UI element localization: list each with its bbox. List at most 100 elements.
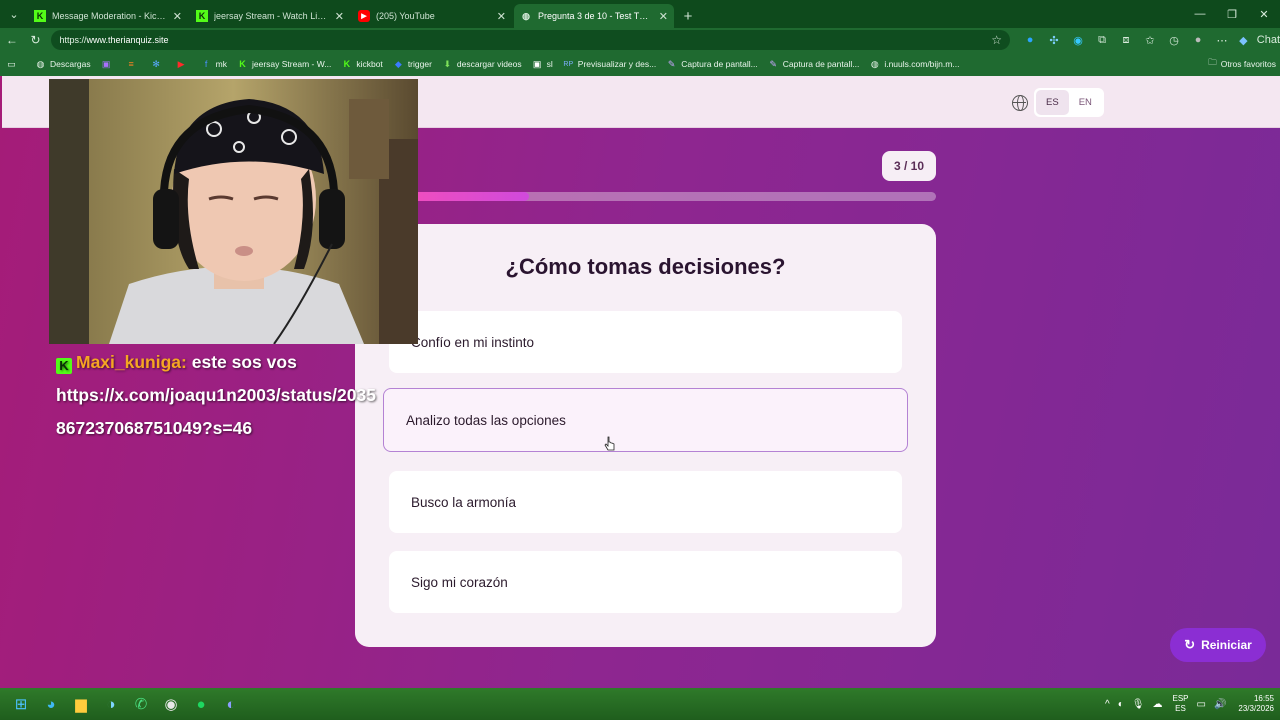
volume-icon[interactable]: 🔊 [1214,699,1226,710]
url-host: www.therianquiz.site [86,35,169,45]
copilot-icon: ◆ [1239,34,1248,47]
bookmark-jeersay[interactable]: Kjeersay Stream - W... [237,59,331,70]
close-tab-icon[interactable]: ✕ [173,10,182,23]
split-screen-icon[interactable]: ⧈ [1114,30,1138,50]
back-icon[interactable]: ← [0,28,24,52]
bookmark-youtube[interactable]: ▶ [176,59,191,70]
reload-icon[interactable]: ↻ [24,28,48,52]
mouse-cursor-icon [604,436,615,451]
bookmark-nuuls[interactable]: ◍ i.nuuls.com/bijn.m... [869,58,960,70]
close-tab-icon[interactable]: ✕ [497,10,506,23]
bookmark-captura-1[interactable]: ✎ Captura de pantall... [666,59,758,70]
bookmark-label: i.nuuls.com/bijn.m... [884,59,960,69]
lang-en-button[interactable]: EN [1069,90,1102,115]
edge-icon[interactable]: ◕ [36,688,66,720]
whatsapp-icon[interactable]: ✆ [126,688,156,720]
drop-icon: ◆ [394,58,402,69]
kick-icon: K [196,10,208,22]
tab-youtube[interactable]: ▶ (205) YouTube ✕ [352,4,512,28]
copilot-button[interactable]: ◆ Chat [1234,30,1280,50]
bookmark-previsualizar[interactable]: RP Previsualizar y des... [563,59,656,70]
bookmark-mk[interactable]: f mk [201,59,227,70]
bookmark-descargar-videos[interactable]: ⬇ descargar videos [442,59,522,70]
discord-icon[interactable]: ◐ [216,688,246,720]
favorite-star-icon[interactable]: ☆ [991,33,1002,47]
more-menu-icon[interactable]: ⋯ [1210,30,1234,50]
show-hidden-icons-icon[interactable]: ^ [1105,699,1110,710]
option-button[interactable]: Confío en mi instinto [389,311,902,373]
rp-icon: RP [563,60,574,68]
extensions-icon[interactable]: ⧉ [1090,30,1114,50]
extension-3-icon[interactable]: ◉ [1066,30,1090,50]
history-icon[interactable]: ◷ [1162,30,1186,50]
tab-jeersay-stream[interactable]: K jeersay Stream - Watch Live on Kic ✕ [190,4,350,28]
bookmark-label: trigger [407,59,432,69]
copilot-label: Chat [1256,34,1280,46]
clock[interactable]: 16:55 23/3/2026 [1238,694,1274,714]
bookmark-label: kickbot [356,59,383,69]
folder-icon: 🗀 [1208,57,1217,67]
lang-es-button[interactable]: ES [1036,90,1069,115]
extension-2-icon[interactable]: ✣ [1042,30,1066,50]
profile-avatar[interactable]: ● [1186,30,1210,50]
chat-text: este sos vos [191,352,297,372]
bookmark-descargas[interactable]: ◍ Descargas [35,59,91,70]
spotify-icon[interactable]: ● [186,688,216,720]
restart-icon: ↻ [1184,637,1196,652]
bookmark-twitch[interactable]: ▣ [101,59,116,70]
option-button-hovered[interactable]: Analizo todas las opciones [383,388,908,452]
favorites-icon[interactable]: ✩ [1138,30,1162,50]
address-bar-row: ← ↻ https://www.therianquiz.site ☆ ● ✣ ◉… [0,28,1280,52]
facebook-icon: f [204,59,208,69]
bookmark-captura-2[interactable]: ✎ Captura de pantall... [768,58,859,70]
file-explorer-icon[interactable]: ▆ [66,688,96,720]
url-field[interactable]: https://www.therianquiz.site ☆ [51,30,1011,50]
quiz-progress-bar [355,192,936,201]
discord-tray-icon[interactable]: ◐ [1118,699,1124,710]
tab-therian-quiz[interactable]: ◍ Pregunta 3 de 10 - Test Therian O ✕ [514,4,674,28]
chat-username: Maxi_kuniga: [76,352,187,372]
bookmark-pinwheel[interactable]: ✻ [151,59,166,70]
option-button[interactable]: Sigo mi corazón [389,551,902,613]
clock-time: 16:55 [1253,694,1274,703]
tab-actions-menu-icon[interactable]: ⌄ [0,0,28,28]
question-card: ¿Cómo tomas decisiones? Confío en mi ins… [355,224,936,647]
window-controls: — ❐ ✕ [1184,0,1280,28]
extensions-area: ● ✣ ◉ ⧉ ⧈ ✩ ◷ ● ⋯ ◆ Chat [1018,30,1280,50]
input-language[interactable]: ESP ES [1172,694,1188,714]
maximize-icon[interactable]: ❐ [1216,0,1248,28]
bookmark-trigger[interactable]: ◆ trigger [393,59,432,70]
url-scheme: https:// [59,35,87,45]
bookmark-stack[interactable]: ≡ [126,59,141,70]
keyboard-code: ES [1175,704,1186,713]
obs-icon[interactable]: ◉ [156,688,186,720]
extension-1-icon[interactable]: ● [1018,30,1042,50]
pen-icon: ✎ [667,58,676,69]
restart-button[interactable]: ↻ Reiniciar [1170,628,1266,662]
close-window-icon[interactable]: ✕ [1248,0,1280,28]
kick-icon: K [343,59,351,69]
download-icon: ⬇ [443,58,452,69]
tab-title: (205) YouTube [376,11,435,21]
windows-start-icon[interactable]: ⊞ [6,688,36,720]
twitch-icon: ▣ [101,58,111,69]
edge-beta-icon[interactable]: ◑ [96,688,126,720]
bookmark-item[interactable]: ▭ [6,59,21,70]
bookmarks-bar: ▭ ◍ Descargas ▣ ≡ ✻ ▶ f mk Kjeersay Stream… [0,52,1280,76]
close-tab-icon[interactable]: ✕ [335,10,344,23]
option-button[interactable]: Busco la armonía [389,471,902,533]
restart-label: Reiniciar [1201,638,1252,652]
network-icon[interactable]: ▭ [1197,699,1206,710]
microphone-icon[interactable]: 🎙 [1132,699,1145,710]
pen-icon: ✎ [769,58,778,69]
other-bookmarks[interactable]: 🗀 Otros favoritos [1208,52,1276,76]
globe-icon: ◍ [870,58,879,69]
tab-message-moderation[interactable]: K Message Moderation - Kick Dashb ✕ [28,4,188,28]
close-tab-icon[interactable]: ✕ [659,10,668,23]
pinwheel-icon: ✻ [152,58,160,69]
cloud-icon[interactable]: ☁ [1152,699,1162,710]
new-tab-icon[interactable]: + [676,4,700,28]
bookmark-sl[interactable]: ▣ sl [532,59,553,70]
minimize-icon[interactable]: — [1184,0,1216,28]
bookmark-kickbot[interactable]: Kkickbot [341,59,383,70]
